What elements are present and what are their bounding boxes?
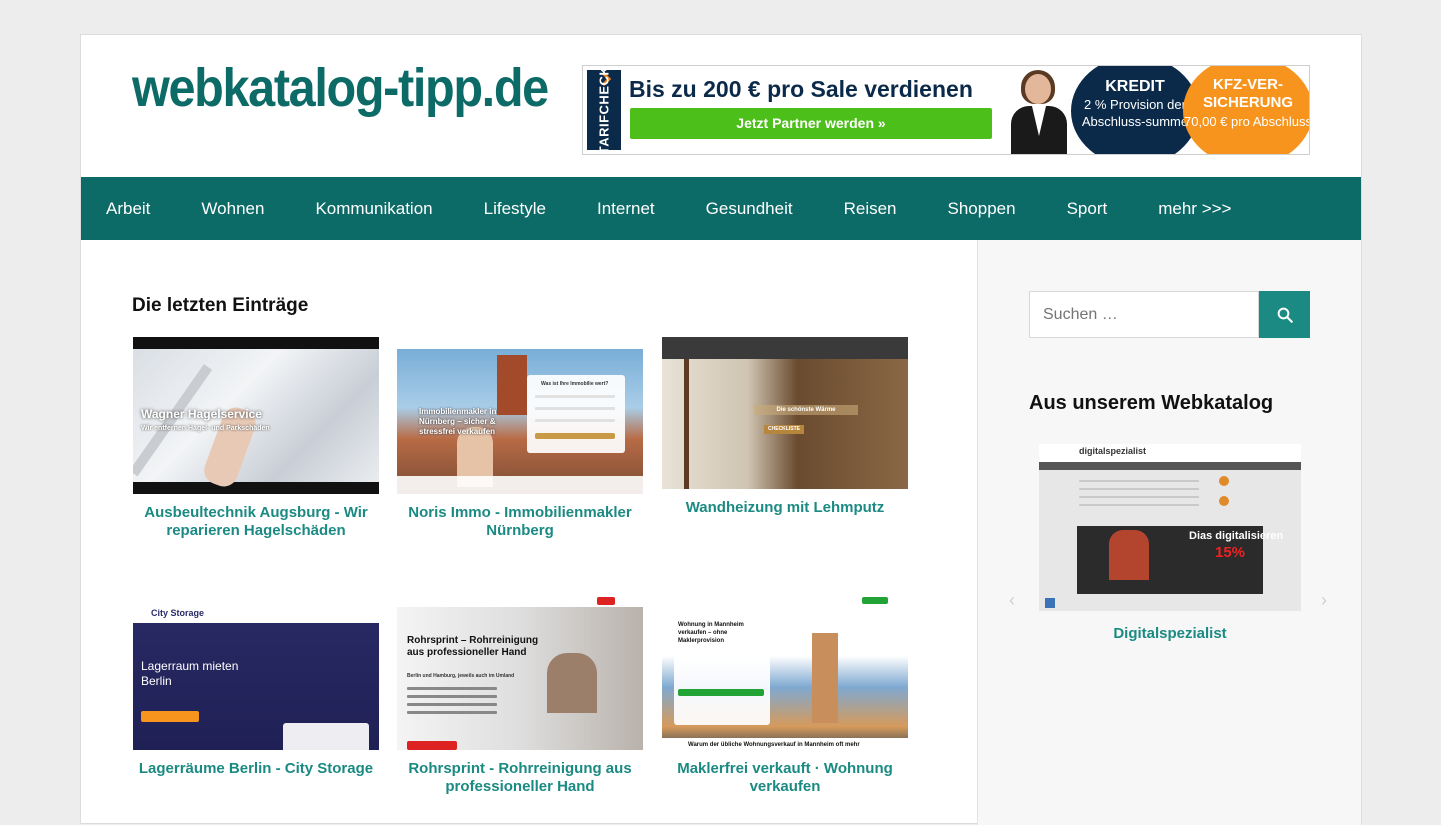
search-icon <box>1277 307 1293 323</box>
ad-banner[interactable]: TARIFCHECK Bis zu 200 € pro Sale verdien… <box>582 65 1310 155</box>
banner-kredit-text: 2 % Provision der Abschluss-summe <box>1081 97 1189 129</box>
entry-thumb-title: Rohrsprint – Rohrreinigung aus professio… <box>407 635 539 658</box>
site-header: webkatalog-tipp.de TARIFCHECK Bis zu 200… <box>81 35 1361 177</box>
nav-item-wohnen[interactable]: Wohnen <box>201 199 264 219</box>
nav-item-reisen[interactable]: Reisen <box>844 199 897 219</box>
entry-thumb-brand: City Storage <box>151 608 205 618</box>
entry-caption[interactable]: Wandheizung mit Lehmputz <box>662 499 908 517</box>
nav-item-lifestyle[interactable]: Lifestyle <box>484 199 546 219</box>
entry-thumb-subtitle: Was ist Ihre Immobilie wert? <box>541 381 609 387</box>
banner-cta-button[interactable]: Jetzt Partner werden » <box>630 108 992 139</box>
entry-thumb-title: Immobilienmakler in Nürnberg – sicher & … <box>419 407 497 436</box>
entry-thumb-subtitle: Warum der übliche Wohnungsverkauf in Man… <box>688 742 860 748</box>
nav-item-shoppen[interactable]: Shoppen <box>948 199 1016 219</box>
tarifcheck-logo: TARIFCHECK <box>587 66 621 154</box>
search-input[interactable] <box>1029 291 1259 338</box>
carousel-next-icon[interactable]: › <box>1321 590 1327 611</box>
nav-item-internet[interactable]: Internet <box>597 199 655 219</box>
entry-thumbnail[interactable]: City Storage Lagerraum mieten Berlin <box>133 593 379 750</box>
section-title: Die letzten Einträge <box>132 295 309 316</box>
entry-card[interactable]: City Storage Lagerraum mieten Berlin Lag… <box>133 593 379 778</box>
main-nav: Arbeit Wohnen Kommunikation Lifestyle In… <box>81 177 1361 240</box>
banner-kredit-title: KREDIT <box>1105 78 1165 95</box>
entry-card[interactable]: Immobilienmakler in Nürnberg – sicher & … <box>397 337 643 540</box>
entry-thumb-title: Wagner Hagelservice <box>141 407 262 421</box>
entry-caption[interactable]: Ausbeultechnik Augsburg - Wir reparieren… <box>133 504 379 540</box>
entry-thumbnail[interactable]: Immobilienmakler in Nürnberg – sicher & … <box>397 337 643 494</box>
nav-item-gesundheit[interactable]: Gesundheit <box>706 199 793 219</box>
nav-item-sport[interactable]: Sport <box>1067 199 1108 219</box>
featured-thumb-title: Dias digitalisieren <box>1189 530 1284 542</box>
banner-kfz-title: KFZ-VER-SICHERUNG <box>1202 76 1293 111</box>
banner-brand-label: TARIFCHECK <box>596 65 612 155</box>
entry-caption[interactable]: Lagerräume Berlin - City Storage <box>133 760 379 778</box>
sale-form: Wohnung in Mannheim verkaufen – ohne Mak… <box>674 615 770 725</box>
nav-item-mehr[interactable]: mehr >>> <box>1158 199 1231 219</box>
nav-item-arbeit[interactable]: Arbeit <box>106 199 150 219</box>
entry-thumbnail[interactable]: Wagner Hagelservice Wir entfernen Hagel-… <box>133 337 379 494</box>
featured-caption[interactable]: Digitalspezialist <box>1029 625 1311 642</box>
banner-kfz-text: 70,00 € pro Abschluss <box>1184 114 1310 129</box>
entry-card[interactable]: Wagner Hagelservice Wir entfernen Hagel-… <box>133 337 379 540</box>
featured-thumbnail[interactable]: digitalspezialist Dias digitalisieren 15… <box>1039 444 1301 611</box>
entry-thumbnail[interactable]: Wohnung in Mannheim verkaufen – ohne Mak… <box>662 593 908 750</box>
entry-thumbnail[interactable]: Rohrsprint – Rohrreinigung aus professio… <box>397 593 643 750</box>
sidebar-title: Aus unserem Webkatalog <box>1029 392 1274 414</box>
sidebar: Aus unserem Webkatalog ‹ digitalspeziali… <box>977 240 1361 825</box>
entry-card[interactable]: Die schönste Wärme CHECKLISTE Wandheizun… <box>662 337 908 517</box>
banner-kredit-circle: KREDIT 2 % Provision der Abschluss-summe <box>1071 66 1199 154</box>
banner-headline: Bis zu 200 € pro Sale verdienen <box>629 76 973 102</box>
entry-card[interactable]: Rohrsprint – Rohrreinigung aus professio… <box>397 593 643 796</box>
valuation-form: Was ist Ihre Immobilie wert? <box>527 375 625 453</box>
search-button[interactable] <box>1259 291 1310 338</box>
page-container: webkatalog-tipp.de TARIFCHECK Bis zu 200… <box>80 34 1362 825</box>
site-logo[interactable]: webkatalog-tipp.de <box>132 57 549 119</box>
entry-thumb-title: Die schönste Wärme <box>754 405 858 415</box>
entry-card[interactable]: Wohnung in Mannheim verkaufen – ohne Mak… <box>662 593 908 796</box>
entry-thumb-subtitle: Wir entfernen Hagel- und Parkschäden <box>141 425 270 432</box>
entry-thumb-title: Lagerraum mieten Berlin <box>141 659 239 688</box>
featured-thumb-badge: 15% <box>1215 544 1246 561</box>
entry-caption[interactable]: Maklerfrei verkauft · Wohnung verkaufen <box>662 760 908 796</box>
entry-thumb-title: Wohnung in Mannheim verkaufen – ohne Mak… <box>678 622 744 644</box>
featured-thumb-brand: digitalspezialist <box>1079 446 1147 456</box>
entry-caption[interactable]: Rohrsprint - Rohrreinigung aus professio… <box>397 760 643 796</box>
nav-item-kommunikation[interactable]: Kommunikation <box>315 199 432 219</box>
banner-kfz-circle: KFZ-VER-SICHERUNG 70,00 € pro Abschluss <box>1183 66 1310 154</box>
entry-thumb-subtitle: CHECKLISTE <box>764 425 804 434</box>
entry-caption[interactable]: Noris Immo - Immobilienmakler Nürnberg <box>397 504 643 540</box>
main-content: Die letzten Einträge Wagner Hagelservice… <box>81 240 977 825</box>
entry-thumbnail[interactable]: Die schönste Wärme CHECKLISTE <box>662 337 908 489</box>
carousel-prev-icon[interactable]: ‹ <box>1009 590 1015 611</box>
inquiry-panel <box>283 723 369 750</box>
banner-person-image <box>1003 68 1075 154</box>
entry-thumb-subtitle: Berlin und Hamburg, jeweils auch im Umla… <box>407 673 515 679</box>
